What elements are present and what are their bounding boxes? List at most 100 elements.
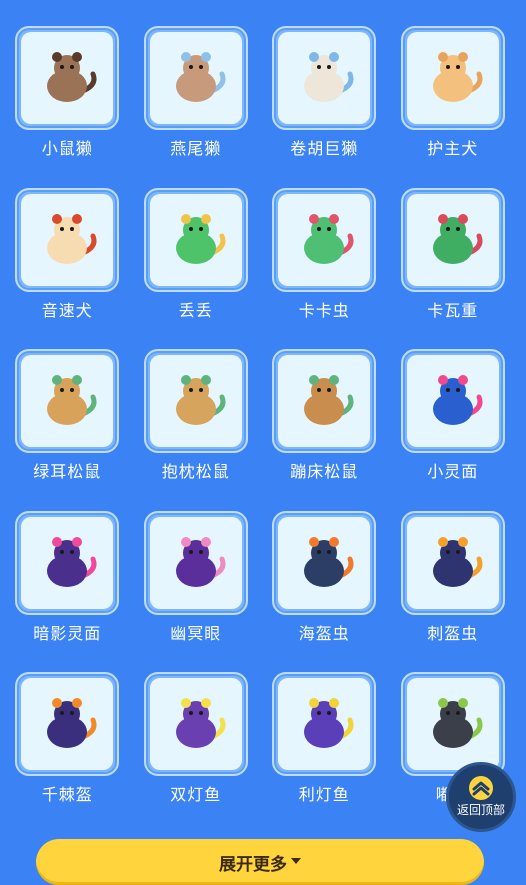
creature-portrait xyxy=(278,516,371,609)
creature-card[interactable] xyxy=(400,26,505,130)
creature-shadow-spirit-mask-icon xyxy=(47,536,97,587)
creature-dudu-icon xyxy=(432,698,483,748)
creature-item[interactable]: 海盔虫 xyxy=(260,510,389,673)
creature-name: 绿耳松鼠 xyxy=(33,462,102,481)
creature-kaka-bug-icon xyxy=(304,213,354,264)
creature-small-otter-icon xyxy=(47,52,97,102)
creature-name: 小鼠獭 xyxy=(41,139,93,158)
creature-card[interactable] xyxy=(143,26,248,130)
creature-card[interactable] xyxy=(15,187,120,292)
creature-name: 卷胡巨獭 xyxy=(290,139,359,158)
creature-card[interactable] xyxy=(400,510,505,615)
creature-card[interactable] xyxy=(400,187,505,292)
creature-item[interactable]: 丢丢 xyxy=(132,187,261,350)
creature-portrait xyxy=(406,516,499,609)
creature-sea-helmet-bug-icon xyxy=(304,536,354,587)
creature-name: 卡卡虫 xyxy=(298,300,350,320)
creature-name: 丢丢 xyxy=(178,300,213,320)
creature-card[interactable] xyxy=(143,510,248,615)
creature-portrait xyxy=(21,193,114,286)
creature-portrait xyxy=(278,355,371,447)
creature-card[interactable] xyxy=(143,349,248,453)
creature-nether-eye-icon xyxy=(175,536,226,587)
creature-item[interactable]: 音速犬 xyxy=(3,187,132,350)
creature-card[interactable] xyxy=(400,349,505,453)
creature-card[interactable] xyxy=(15,510,120,615)
creature-card[interactable] xyxy=(143,672,248,776)
creature-item[interactable]: 刺盔虫 xyxy=(389,510,518,673)
creature-item[interactable]: 抱枕松鼠 xyxy=(132,349,261,511)
creature-thousand-thorn-helmet-icon xyxy=(47,698,97,748)
creature-name: 抱枕松鼠 xyxy=(161,462,230,481)
creature-item[interactable]: 双灯鱼 xyxy=(132,672,261,834)
caret-down-icon xyxy=(291,858,301,864)
creature-card[interactable] xyxy=(15,26,120,130)
creature-name: 小灵面 xyxy=(427,462,479,481)
back-to-top-button[interactable]: 返回顶部 xyxy=(446,762,516,832)
creature-curly-beard-otter-icon xyxy=(304,52,354,102)
creature-item[interactable]: 绿耳松鼠 xyxy=(3,349,132,511)
creature-portrait xyxy=(278,193,371,286)
creature-name: 蹦床松鼠 xyxy=(290,462,359,481)
creature-pillow-squirrel-icon xyxy=(175,375,226,425)
creature-portrait xyxy=(406,355,499,447)
creature-name: 利灯鱼 xyxy=(298,785,350,804)
creature-card[interactable] xyxy=(15,672,120,776)
creature-portrait xyxy=(149,355,242,447)
creature-item[interactable]: 卡卡虫 xyxy=(260,187,389,350)
creature-twin-lantern-fish-icon xyxy=(175,698,226,748)
creature-item[interactable]: 卷胡巨獭 xyxy=(260,26,389,188)
creature-name: 护主犬 xyxy=(427,139,479,158)
creature-sonic-dog-icon xyxy=(47,213,97,264)
creature-diudiu-icon xyxy=(175,213,226,264)
creature-portrait xyxy=(21,516,114,609)
expand-more-label: 展开更多 xyxy=(219,855,287,875)
creature-swallowtail-otter-icon xyxy=(175,52,226,102)
double-chevron-up-icon xyxy=(469,776,493,800)
creature-card[interactable] xyxy=(15,349,120,453)
creature-card[interactable] xyxy=(272,349,377,453)
creature-item[interactable]: 千棘盔 xyxy=(3,672,132,834)
creature-portrait xyxy=(149,516,242,609)
creature-trampoline-squirrel-icon xyxy=(304,375,354,425)
creature-name: 卡瓦重 xyxy=(427,300,479,320)
creature-portrait xyxy=(21,355,114,447)
creature-portrait xyxy=(149,678,242,770)
creature-portrait xyxy=(406,193,499,286)
creature-item[interactable]: 护主犬 xyxy=(389,26,518,188)
creature-portrait xyxy=(406,678,499,770)
back-to-top-label: 返回顶部 xyxy=(456,803,505,817)
creature-name: 幽冥眼 xyxy=(170,623,222,643)
creature-item[interactable]: 暗影灵面 xyxy=(3,510,132,673)
creature-card[interactable] xyxy=(272,26,377,130)
creature-item[interactable]: 小灵面 xyxy=(389,349,518,511)
creature-item[interactable]: 卡瓦重 xyxy=(389,187,518,350)
creature-name: 刺盔虫 xyxy=(427,623,479,643)
creature-name: 燕尾獭 xyxy=(170,139,222,158)
creature-name: 千棘盔 xyxy=(41,785,93,804)
creature-grid: 小鼠獭 燕尾獭 卷胡巨獭 护主犬音速犬 丢丢 卡卡虫 卡瓦重绿耳松鼠 抱枕松鼠 蹦床松鼠 小灵面暗… xyxy=(0,26,526,834)
creature-portrait xyxy=(149,32,242,124)
creature-sharp-lantern-fish-icon xyxy=(304,698,354,748)
creature-portrait xyxy=(21,678,114,770)
creature-item[interactable]: 幽冥眼 xyxy=(132,510,261,673)
expand-more-button[interactable]: 展开更多 xyxy=(36,839,484,885)
creature-card[interactable] xyxy=(400,672,505,776)
creature-card[interactable] xyxy=(272,672,377,776)
creature-portrait xyxy=(406,32,499,124)
creature-card[interactable] xyxy=(272,187,377,292)
creature-card[interactable] xyxy=(272,510,377,615)
creature-portrait xyxy=(149,193,242,286)
creature-item[interactable]: 利灯鱼 xyxy=(260,672,389,834)
creature-name: 海盔虫 xyxy=(298,623,350,643)
creature-item[interactable]: 燕尾獭 xyxy=(132,26,261,188)
creature-name: 音速犬 xyxy=(41,300,93,320)
creature-item[interactable]: 小鼠獭 xyxy=(3,26,132,188)
creature-little-spirit-mask-icon xyxy=(432,375,483,425)
creature-portrait xyxy=(21,32,114,124)
creature-guard-dog-icon xyxy=(432,52,483,102)
creature-name: 暗影灵面 xyxy=(33,623,102,643)
creature-item[interactable]: 蹦床松鼠 xyxy=(260,349,389,511)
creature-card[interactable] xyxy=(143,187,248,292)
creature-name: 双灯鱼 xyxy=(170,785,222,804)
